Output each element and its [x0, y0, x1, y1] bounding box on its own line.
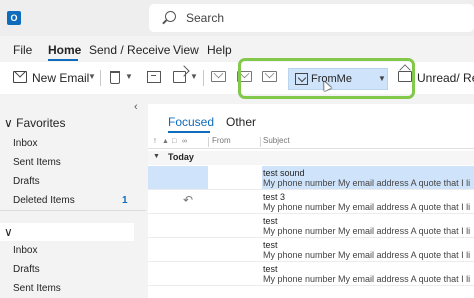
account-folder-drafts[interactable]: Drafts [13, 264, 40, 275]
message-subject: test 3 [263, 192, 286, 202]
account-expand-chevron-icon[interactable]: ∨ [4, 225, 13, 239]
focused-tab-indicator [168, 131, 210, 133]
message-row[interactable]: test My phone number My email address A … [148, 262, 474, 286]
tab-home[interactable]: Home [48, 43, 81, 57]
new-email-icon [13, 71, 27, 83]
new-email-dropdown-chevron-icon[interactable]: ▼ [88, 72, 96, 81]
folder-sent-items[interactable]: Sent Items [13, 157, 61, 168]
group-label: Today [168, 152, 194, 162]
outlook-app-icon: O [7, 11, 21, 25]
message-preview: My phone number My email address A quote… [263, 274, 471, 284]
account-folder-sent-items[interactable]: Sent Items [13, 283, 61, 294]
column-separator [208, 137, 209, 147]
tab-focused[interactable]: Focused [168, 115, 214, 129]
message-row[interactable]: test My phone number My email address A … [148, 238, 474, 262]
attachment-column-icon[interactable]: ∞ [182, 138, 187, 145]
tab-other[interactable]: Other [226, 115, 256, 129]
move-icon[interactable] [173, 71, 186, 83]
tab-send-receive[interactable]: Send / Receive [89, 43, 170, 57]
delete-dropdown-chevron-icon[interactable]: ▼ [125, 72, 133, 81]
tab-file[interactable]: File [13, 43, 32, 57]
account-folder-inbox[interactable]: Inbox [13, 245, 37, 256]
replied-icon: ↶ [183, 193, 194, 207]
ribbon-divider [203, 70, 204, 86]
message-subject: test [263, 264, 278, 274]
tab-view[interactable]: View [173, 43, 199, 57]
new-email-button[interactable]: New Email [32, 71, 89, 85]
move-dropdown-chevron-icon[interactable]: ▼ [190, 72, 198, 81]
row-divider [148, 237, 474, 238]
unread-read-button[interactable]: Unread/ Re [417, 71, 474, 85]
message-subject: test sound [263, 168, 305, 178]
favorites-header-label: Favorites [16, 116, 66, 130]
active-tab-indicator [48, 59, 78, 61]
from-column-header[interactable]: From [212, 136, 231, 145]
message-row[interactable]: test My phone number My email address A … [148, 214, 474, 238]
title-bar: O Search [0, 0, 474, 36]
menu-bar: File Home Send / Receive View Help [0, 40, 474, 60]
message-preview: My phone number My email address A quote… [263, 250, 471, 260]
icon-column-icon[interactable]: □ [172, 138, 176, 145]
message-row[interactable]: ↶ test 3 My phone number My email addres… [148, 190, 474, 214]
delete-icon[interactable] [110, 71, 120, 84]
column-header-row: ! ▲ □ ∞ From Subject [148, 135, 474, 149]
nav-divider [0, 210, 146, 211]
column-separator [260, 137, 261, 147]
importance-column-icon[interactable]: ! [154, 138, 156, 145]
group-collapse-chevron-icon[interactable]: ▼ [153, 153, 160, 160]
subject-column-header[interactable]: Subject [263, 136, 290, 145]
message-preview: My phone number My email address A quote… [263, 178, 471, 188]
folder-drafts[interactable]: Drafts [13, 176, 40, 187]
search-box[interactable]: Search [149, 4, 474, 32]
group-header-today[interactable]: ▼ Today [148, 151, 474, 165]
selection-highlight [148, 166, 208, 189]
annotation-highlight-box [238, 58, 415, 99]
message-row[interactable]: test sound My phone number My email addr… [148, 166, 474, 190]
message-preview: My phone number My email address A quote… [263, 226, 471, 236]
favorites-header[interactable]: ∨ Favorites [4, 116, 65, 130]
tab-help[interactable]: Help [207, 43, 232, 57]
collapse-pane-chevron-icon[interactable]: ‹ [134, 101, 138, 113]
unread-count-badge: 1 [122, 195, 128, 206]
reply-icon[interactable] [211, 71, 226, 82]
search-input[interactable]: Search [186, 11, 224, 25]
row-divider [148, 285, 474, 286]
message-preview: My phone number My email address A quote… [263, 202, 471, 212]
reminder-column-icon[interactable]: ▲ [162, 138, 169, 145]
search-icon [165, 11, 176, 22]
folder-deleted-items[interactable]: Deleted Items [13, 195, 75, 206]
ribbon-divider [100, 70, 101, 86]
message-subject: test [263, 216, 278, 226]
message-subject: test [263, 240, 278, 250]
archive-icon[interactable] [147, 71, 161, 83]
folder-inbox[interactable]: Inbox [13, 138, 37, 149]
account-header[interactable]: ∨ [0, 223, 134, 241]
